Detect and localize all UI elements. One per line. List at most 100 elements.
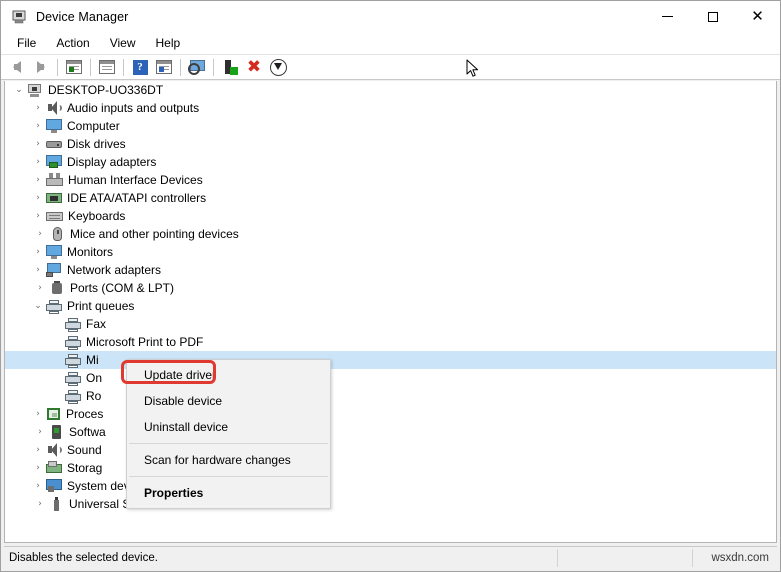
update-driver-icon <box>223 59 238 75</box>
tree-row-computer[interactable]: › Computer <box>5 117 776 135</box>
maximize-icon <box>707 11 718 22</box>
mouse-icon <box>51 227 63 241</box>
tree-label: Mice and other pointing devices <box>70 226 239 241</box>
tree-row-processors[interactable]: › Proces <box>5 405 776 423</box>
title-bar: Device Manager ✕ <box>1 1 780 32</box>
chevron-right-icon[interactable]: › <box>30 100 46 116</box>
help-button[interactable]: ? <box>128 56 152 78</box>
maximize-button[interactable] <box>690 1 735 32</box>
chevron-down-icon[interactable]: ⌄ <box>30 298 46 314</box>
tree-row-network-adapters[interactable]: › Network adapters <box>5 261 776 279</box>
tree-row-audio-inputs-and-outputs[interactable]: › Audio inputs and outputs <box>5 99 776 117</box>
printer-icon <box>65 317 81 332</box>
tree-row-ports-com-lpt[interactable]: › Ports (COM & LPT) <box>5 279 776 297</box>
minimize-button[interactable] <box>645 1 690 32</box>
printer-icon <box>65 389 81 404</box>
chevron-right-icon[interactable]: › <box>30 406 46 422</box>
tree-row-ide-ata-atapi-controllers[interactable]: › IDE ATA/ATAPI controllers <box>5 189 776 207</box>
chevron-right-icon[interactable]: › <box>32 496 48 512</box>
show-hide-console-tree-icon <box>66 60 82 74</box>
uninstall-device-button[interactable]: ✖ <box>242 56 266 78</box>
properties-button[interactable] <box>95 56 119 78</box>
tree-row-storage-controllers[interactable]: › Storag <box>5 459 776 477</box>
chevron-right-icon[interactable]: › <box>32 226 48 242</box>
toolbar-separator <box>123 58 124 76</box>
tree-row-display-adapters[interactable]: › Display adapters <box>5 153 776 171</box>
close-button[interactable]: ✕ <box>735 1 780 32</box>
chevron-right-icon[interactable]: › <box>30 172 46 188</box>
tree-row-keyboards[interactable]: › Keyboards <box>5 207 776 225</box>
tree-label: On <box>86 370 103 385</box>
device-tree-panel[interactable]: ⌄ DESKTOP-UO336DT › Audio inputs and out… <box>4 81 777 543</box>
printer-icon <box>65 371 81 386</box>
tree-row-mice-and-other-pointing-devices[interactable]: › Mice and other pointing devices <box>5 225 776 243</box>
context-menu: Update driver Disable device Uninstall d… <box>126 359 331 509</box>
tree-row-sound-video-and-game-controllers[interactable]: › Sound <box>5 441 776 459</box>
printer-icon <box>65 335 81 350</box>
usb-controller-icon <box>51 497 62 511</box>
tree-row-disk-drives[interactable]: › Disk drives <box>5 135 776 153</box>
tree-row-universal-serial-bus-controllers[interactable]: › Universal Serial Bus controllers <box>5 495 776 513</box>
back-button[interactable] <box>5 56 29 78</box>
forward-button[interactable] <box>29 56 53 78</box>
chevron-right-icon[interactable]: › <box>30 190 46 206</box>
ctx-disable-device[interactable]: Disable device <box>127 388 330 414</box>
menu-view[interactable]: View <box>100 34 146 52</box>
chevron-right-icon[interactable]: › <box>32 424 48 440</box>
chevron-right-icon[interactable]: › <box>30 262 46 278</box>
tree-label: Softwa <box>69 424 106 439</box>
show-hide-action-pane-button[interactable] <box>152 56 176 78</box>
system-device-icon <box>46 479 62 493</box>
network-adapter-icon <box>46 263 62 277</box>
ctx-uninstall-device[interactable]: Uninstall device <box>127 414 330 440</box>
scan-for-hardware-changes-icon <box>187 60 206 75</box>
port-icon <box>51 281 63 295</box>
tree-label: IDE ATA/ATAPI controllers <box>67 190 207 205</box>
tree-row-human-interface-devices[interactable]: › Human Interface Devices <box>5 171 776 189</box>
disable-device-button[interactable] <box>266 56 290 78</box>
tree-row-printer-on[interactable]: On <box>5 369 776 387</box>
chevron-right-icon[interactable]: › <box>30 478 46 494</box>
context-menu-separator <box>129 476 328 477</box>
menu-help[interactable]: Help <box>146 34 191 52</box>
storage-controller-icon <box>46 461 62 475</box>
tree-label: Sound <box>67 442 102 457</box>
chevron-right-icon[interactable]: › <box>30 136 46 152</box>
ctx-properties[interactable]: Properties <box>127 480 330 506</box>
chevron-right-icon[interactable]: › <box>30 154 46 170</box>
tree-row-selected-printer[interactable]: Mi <box>5 351 776 369</box>
tree-row-printer-ro[interactable]: Ro <box>5 387 776 405</box>
chevron-right-icon[interactable]: › <box>30 118 46 134</box>
disk-icon <box>46 137 62 151</box>
tree-label: Network adapters <box>67 262 162 277</box>
tree-row-root[interactable]: ⌄ DESKTOP-UO336DT <box>5 81 776 99</box>
chevron-right-icon[interactable]: › <box>30 442 46 458</box>
chevron-right-icon[interactable]: › <box>30 460 46 476</box>
show-hide-action-pane-icon <box>156 60 172 74</box>
toolbar: ? ✖ <box>1 54 780 80</box>
tree-row-monitors[interactable]: › Monitors <box>5 243 776 261</box>
tree-label: Computer <box>67 118 120 133</box>
show-hide-console-tree-button[interactable] <box>62 56 86 78</box>
menu-action[interactable]: Action <box>46 34 99 52</box>
tree-row-software-devices[interactable]: › Softwa <box>5 423 776 441</box>
printer-icon <box>46 299 62 314</box>
display-adapter-icon <box>46 155 62 169</box>
menu-file[interactable]: File <box>7 34 46 52</box>
tree-row-fax[interactable]: Fax <box>5 315 776 333</box>
toolbar-separator <box>180 58 181 76</box>
chevron-right-icon[interactable]: › <box>30 208 46 224</box>
update-driver-button[interactable] <box>218 56 242 78</box>
tree-row-print-queues[interactable]: ⌄ Print queues <box>5 297 776 315</box>
scan-for-hardware-changes-button[interactable] <box>185 56 209 78</box>
ctx-scan-hardware-changes[interactable]: Scan for hardware changes <box>127 447 330 473</box>
close-icon: ✕ <box>751 7 764 25</box>
tree-row-system-devices[interactable]: › System devices <box>5 477 776 495</box>
help-icon: ? <box>132 59 148 75</box>
chevron-right-icon[interactable]: › <box>32 280 48 296</box>
tree-row-microsoft-print-to-pdf[interactable]: Microsoft Print to PDF <box>5 333 776 351</box>
ctx-update-driver[interactable]: Update driver <box>127 362 330 388</box>
chevron-right-icon[interactable]: › <box>30 244 46 260</box>
chevron-down-icon[interactable]: ⌄ <box>11 82 27 98</box>
menu-bar: File Action View Help <box>1 32 780 54</box>
